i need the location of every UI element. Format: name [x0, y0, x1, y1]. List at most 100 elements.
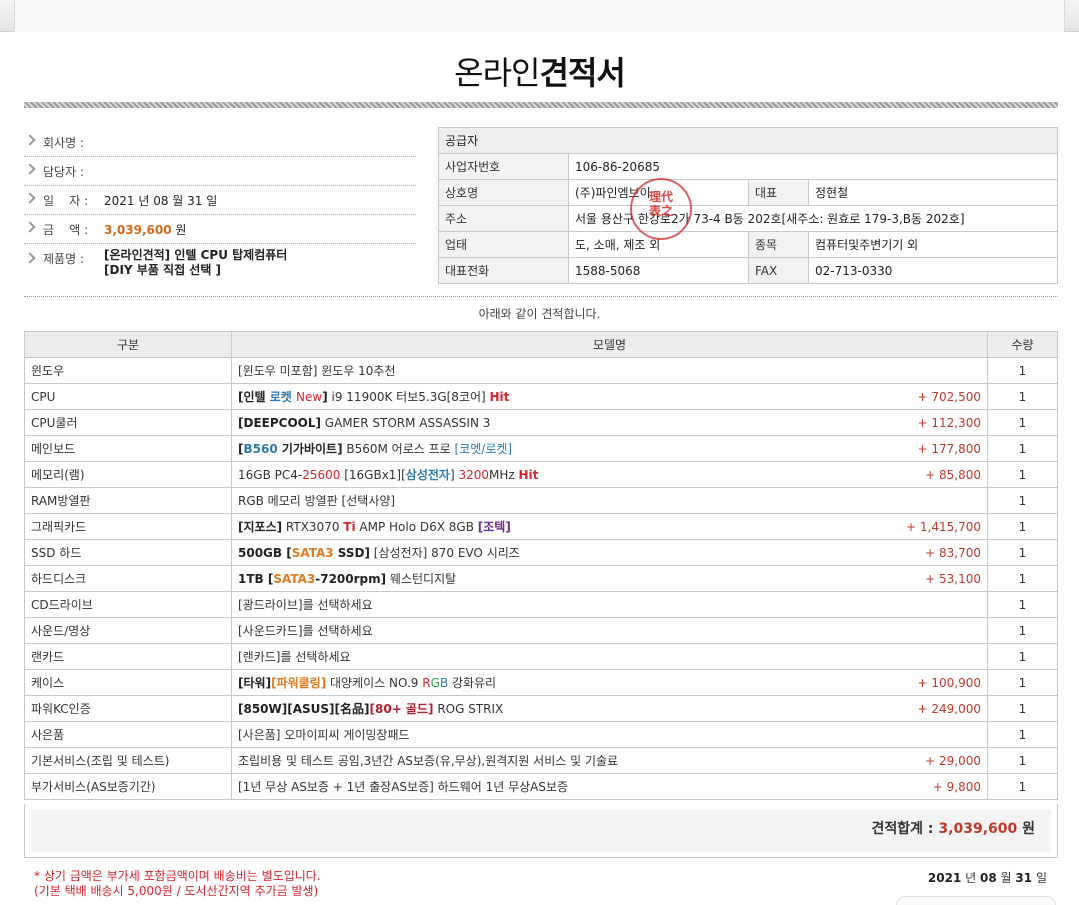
stamp-line-1: 理代	[648, 190, 673, 204]
item-label: 종목	[748, 231, 809, 258]
row-qty: 1	[987, 591, 1058, 618]
row-price: + 9,800	[932, 780, 981, 794]
table-row: CPU [인텔 로켓 New] i9 11900K 터보5.3G[8코어] Hi…	[24, 383, 1058, 410]
row-category: CPU	[24, 383, 232, 410]
row-qty: 1	[987, 721, 1058, 748]
footer-month-unit: 월	[1000, 871, 1012, 885]
intro-text: 아래와 같이 견적합니다.	[478, 307, 601, 321]
table-row: SSD 하드 500GB [SATA3 SSD] [삼성전자] 870 EVO …	[24, 539, 1058, 566]
col-model: 모델명	[231, 331, 988, 358]
row-qty: 1	[987, 487, 1058, 514]
row-model: 1TB [SATA3-7200rpm] 웨스턴디지탈 + 53,100	[231, 565, 988, 592]
table-row: 사은품 [사은품] 오마이피씨 게이밍장패드 1	[24, 721, 1058, 748]
table-header-row: 구분 모델명 수량	[24, 331, 1058, 358]
type-label: 업태	[438, 231, 569, 258]
table-row: 메인보드 [B560 기가바이트] B560M 어로스 프로 [코멧/로켓] +…	[24, 435, 1058, 462]
chevron-right-icon	[24, 252, 36, 264]
row-model: [타워][파워쿨링] 대양케이스 NO.9 RGB 강화유리 + 100,900	[231, 669, 988, 696]
row-model: [랜카드]를 선택하세요	[231, 643, 988, 670]
product-label: 제품명 :	[43, 252, 84, 266]
row-model: 500GB [SATA3 SSD] [삼성전자] 870 EVO 시리즈 + 8…	[231, 539, 988, 566]
row-qty: 1	[987, 513, 1058, 540]
row-qty: 1	[987, 773, 1058, 800]
total-label: 견적합계 :	[871, 821, 934, 837]
addr-label: 주소	[438, 205, 569, 232]
row-category: 기본서비스(조립 및 테스트)	[24, 747, 232, 774]
table-row: 기본서비스(조립 및 테스트) 조립비용 및 테스트 공임,3년간 AS보증(유…	[24, 747, 1058, 774]
row-model: 16GB PC4-25600 [16GBx1][삼성전자] 3200MHz Hi…	[231, 461, 988, 488]
row-qty: 1	[987, 383, 1058, 410]
row-price: + 85,800	[925, 468, 981, 482]
ceo-label: 대표	[748, 179, 809, 206]
stamp-line-2: 表之	[648, 204, 673, 218]
row-qty: 1	[987, 435, 1058, 462]
footer-day-unit: 일	[1035, 871, 1047, 885]
row-price: + 112,300	[917, 416, 982, 430]
row-category: 케이스	[24, 669, 232, 696]
row-model-text: [1년 무상 AS보증 + 1년 출장AS보증] 하드웨어 1년 무상AS보증	[238, 780, 569, 794]
row-category: 하드디스크	[24, 565, 232, 592]
row-category: 그래픽카드	[24, 513, 232, 540]
supplier-table: 공급자 사업자번호 106-86-20685 상호명 (주)파인엠브이 대표 정…	[438, 127, 1058, 284]
total-box: 견적합계 : 3,039,600 원	[24, 804, 1058, 858]
table-row: RAM방열판 RGB 메모리 방열판 [선택사양] 1	[24, 487, 1058, 514]
name-label: 상호명	[438, 179, 569, 206]
product-line-1: [온라인견적] 인텔 CPU 탑제컴퓨터	[104, 248, 288, 262]
tel-label: 대표전화	[438, 257, 569, 284]
note-line-2: (기본 택배 배송시 5,000원 / 도서산간지역 추가금 발생)	[34, 884, 319, 898]
row-model: [1년 무상 AS보증 + 1년 출장AS보증] 하드웨어 1년 무상AS보증 …	[231, 773, 988, 800]
table-row: 케이스 [타워][파워쿨링] 대양케이스 NO.9 RGB 강화유리 + 100…	[24, 669, 1058, 696]
table-row: 부가서비스(AS보증기간) [1년 무상 AS보증 + 1년 출장AS보증] 하…	[24, 773, 1058, 800]
footer-day: 31	[1015, 871, 1033, 885]
footer-year: 2021	[927, 871, 962, 885]
total-unit: 원	[1022, 821, 1035, 837]
row-qty: 1	[987, 669, 1058, 696]
chevron-right-icon	[24, 192, 36, 204]
row-price: + 53,100	[925, 572, 981, 586]
row-qty: 1	[987, 643, 1058, 670]
bizno-label: 사업자번호	[438, 153, 569, 180]
ceo-value: 정현철	[808, 179, 1058, 206]
row-qty: 1	[987, 539, 1058, 566]
total-amount: 견적합계 : 3,039,600 원	[872, 818, 1035, 838]
chevron-right-icon	[24, 163, 36, 175]
row-model: [사운드카드]를 선택하세요	[231, 617, 988, 644]
row-qty: 1	[987, 461, 1058, 488]
table-row: 그래픽카드 [지포스] RTX3070 Ti AMP Holo D6X 8GB …	[24, 513, 1058, 540]
row-model: 조립비용 및 테스트 공임,3년간 AS보증(유,무상),원격지원 서비스 및 …	[231, 747, 988, 774]
row-model: [광드라이브]를 선택하세요	[231, 591, 988, 618]
row-qty: 1	[987, 617, 1058, 644]
supplier-header: 공급자	[438, 127, 1058, 154]
section-divider	[24, 296, 1058, 297]
row-category: 메모리(램)	[24, 461, 232, 488]
row-qty: 1	[987, 747, 1058, 774]
row-model: [850W][ASUS][名品][80+ 골드] ROG STRIX + 249…	[231, 695, 988, 722]
top-bar-cap	[14, 0, 1065, 32]
footer-month: 08	[980, 871, 997, 885]
row-price: + 702,500	[917, 390, 982, 404]
row-category: CPU쿨러	[24, 409, 232, 436]
row-model: [DEEPCOOL] GAMER STORM ASSASSIN 3 + 112,…	[231, 409, 988, 436]
item-value: 컴퓨터및주변기기 외	[808, 231, 1058, 258]
floating-button-edge[interactable]	[896, 896, 1056, 905]
row-category: 랜카드	[24, 643, 232, 670]
title-divider	[24, 102, 1058, 108]
estimate-table: 구분 모델명 수량 윈도우 [윈도우 미포함] 윈도우 10추천 1 CPU […	[24, 331, 1058, 800]
row-price: + 29,000	[925, 754, 981, 768]
row-category: 사운드/영상	[24, 617, 232, 644]
row-qty: 1	[987, 695, 1058, 722]
date-row: 일 자 : 2021 년 08 월 31 일	[24, 186, 416, 215]
row-category: CD드라이브	[24, 591, 232, 618]
table-row: 하드디스크 1TB [SATA3-7200rpm] 웨스턴디지탈 + 53,10…	[24, 565, 1058, 592]
row-category: RAM방열판	[24, 487, 232, 514]
col-category: 구분	[24, 331, 232, 358]
amount-row: 금 액 : 3,039,600 원	[24, 215, 416, 244]
row-model: RGB 메모리 방열판 [선택사양]	[231, 487, 988, 514]
row-model: [인텔 로켓 New] i9 11900K 터보5.3G[8코어] Hit + …	[231, 383, 988, 410]
amount-value: 3,039,600	[104, 223, 172, 237]
date-value: 2021 년 08 월 31 일	[104, 194, 218, 208]
row-category: 부가서비스(AS보증기간)	[24, 773, 232, 800]
amount-unit: 원	[175, 223, 187, 237]
note-line-1: * 상기 금액은 부가세 포함금액이며 배송비는 별도입니다.	[34, 869, 321, 883]
table-row: CD드라이브 [광드라이브]를 선택하세요 1	[24, 591, 1058, 618]
